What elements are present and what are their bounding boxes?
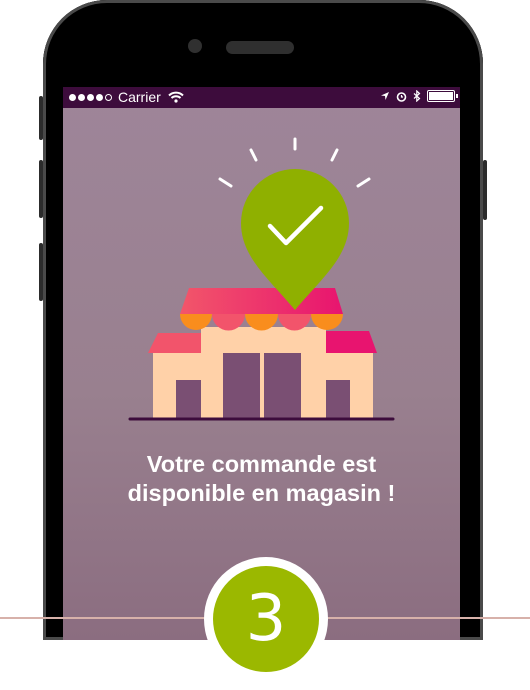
right-annex-door [326, 380, 350, 418]
message-line-2: disponible en magasin ! [127, 480, 396, 506]
volume-up-button [39, 160, 43, 218]
left-annex-door [176, 380, 201, 418]
step-number: 3 [213, 566, 319, 672]
message-line-1: Votre commande est [146, 451, 377, 477]
awning-top [180, 288, 343, 314]
left-annex-roof [148, 333, 203, 353]
confirmation-message: Votre commande est disponible en magasin… [63, 450, 460, 508]
mute-switch [39, 96, 43, 140]
main-door-right [264, 353, 301, 418]
front-camera [188, 39, 202, 53]
main-door-left [223, 353, 260, 418]
store-illustration [128, 137, 395, 421]
right-annex-roof [322, 331, 377, 353]
step-badge: 3 [204, 557, 328, 681]
volume-down-button [39, 243, 43, 301]
earpiece-speaker [226, 41, 294, 54]
power-button [483, 160, 487, 220]
main-building-wall [201, 327, 326, 418]
